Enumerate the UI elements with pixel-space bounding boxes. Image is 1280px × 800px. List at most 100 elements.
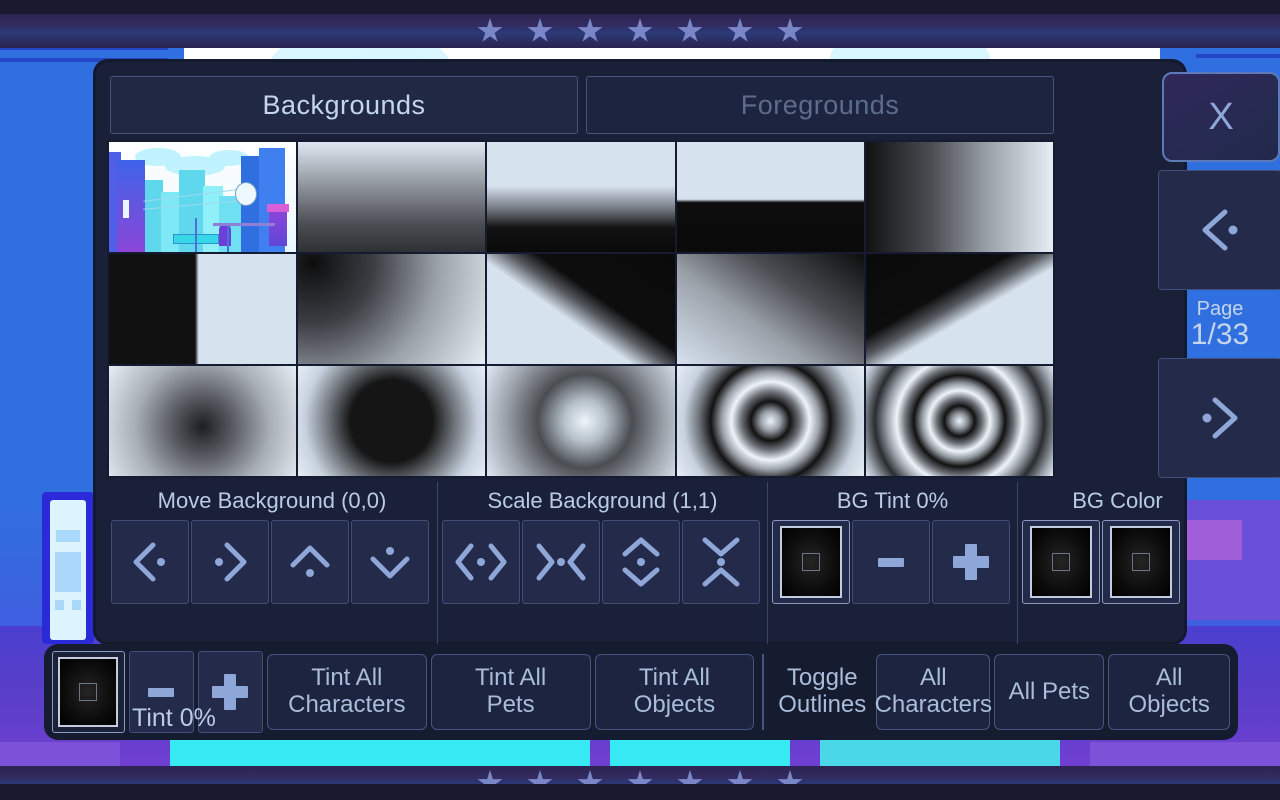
vending-machine-prop (42, 492, 94, 644)
swatch-preview (1110, 526, 1172, 598)
thumb-radial-soft-dark[interactable] (109, 366, 296, 476)
thumb-rings-three[interactable] (866, 366, 1053, 476)
bg-color-title: BG Color (1018, 482, 1217, 520)
next-page-button[interactable] (1158, 358, 1280, 478)
global-tint-minus-button[interactable] (129, 651, 194, 733)
railing (213, 223, 275, 226)
swatch-preview (1030, 526, 1092, 598)
thumb-diagonal-corner[interactable] (677, 254, 864, 364)
tab-foregrounds[interactable]: Foregrounds (586, 76, 1054, 134)
page-value: 1/33 (1191, 320, 1249, 350)
swatch-inner-square (1132, 553, 1150, 571)
global-tint-swatch[interactable] (52, 651, 125, 733)
vending-slot (55, 552, 81, 592)
thumb-radial-glow[interactable] (487, 366, 674, 476)
chevron-left-icon (1191, 204, 1249, 256)
expand-horizontal-icon (453, 539, 509, 585)
arrow-up-icon (285, 539, 335, 585)
bg-tint-buttons (768, 520, 1017, 604)
thumb-linear-horizontal[interactable] (866, 142, 1053, 252)
city-sky (109, 142, 296, 252)
screen-root: Backgrounds Foregrounds X (0, 0, 1280, 800)
swatch-preview (780, 526, 842, 598)
outline-all-pets-button[interactable]: All Pets (994, 654, 1104, 730)
vending-machine-face (50, 500, 86, 640)
thumb-hard-split-horizontal[interactable] (677, 142, 864, 252)
thumb-radial-disc[interactable] (298, 366, 485, 476)
top-star-banner (0, 14, 1280, 48)
scale-shorter-button[interactable] (682, 520, 760, 604)
clock (235, 182, 257, 206)
neon-strip (0, 742, 120, 768)
swatch-preview (58, 657, 118, 727)
swatch-inner-square (1052, 553, 1070, 571)
move-down-button[interactable] (351, 520, 429, 604)
close-icon: X (1208, 96, 1233, 139)
move-up-button[interactable] (271, 520, 349, 604)
tint-all-pets-button[interactable]: Tint All Pets (431, 654, 591, 730)
bg-color-swatch-1[interactable] (1022, 520, 1100, 604)
page-word: Page (1197, 299, 1244, 319)
bg-tint-minus-button[interactable] (852, 520, 930, 604)
tint-all-characters-button[interactable]: Tint All Characters (267, 654, 427, 730)
plus-icon (947, 538, 995, 586)
neon-strip (610, 740, 790, 768)
star-icon (677, 18, 703, 44)
contract-vertical-icon (696, 534, 746, 590)
prev-page-button[interactable] (1158, 170, 1280, 290)
star-icon (777, 18, 803, 44)
outline-all-objects-button[interactable]: All Objects (1108, 654, 1230, 730)
bg-tint-plus-button[interactable] (932, 520, 1010, 604)
thumb-hard-split-vertical[interactable] (109, 254, 296, 364)
building (269, 210, 287, 246)
sign (267, 204, 289, 212)
pole (227, 224, 229, 252)
vending-slot (55, 600, 64, 610)
star-icon (727, 18, 753, 44)
background-grid (109, 142, 1053, 476)
scale-taller-button[interactable] (602, 520, 680, 604)
bottom-banner-cap (0, 784, 1280, 800)
tint-all-characters-label: Tint All Characters (288, 665, 405, 719)
building-detail (1196, 54, 1280, 58)
arrow-left-icon (125, 539, 175, 585)
swatch-inner-square (79, 683, 97, 701)
scale-wider-button[interactable] (442, 520, 520, 604)
scale-background-buttons (438, 520, 767, 604)
thumb-diagonal-down[interactable] (866, 254, 1053, 364)
global-tint-plus-button[interactable] (198, 651, 263, 733)
bg-color-swatches (1018, 520, 1217, 604)
toolbar-divider (762, 654, 764, 730)
thumb-diagonal-up[interactable] (487, 254, 674, 364)
neon-strip (820, 740, 1060, 768)
person (219, 224, 231, 246)
tint-all-objects-button[interactable]: Tint All Objects (595, 654, 755, 730)
bg-tint-swatch[interactable] (772, 520, 850, 604)
thumb-corner-radial[interactable] (298, 254, 485, 364)
close-button[interactable]: X (1162, 72, 1280, 162)
tint-all-objects-label: Tint All Objects (634, 665, 715, 719)
swatch-inner-square (802, 553, 820, 571)
bg-tint-title: BG Tint 0% (768, 482, 1017, 520)
move-right-button[interactable] (191, 520, 269, 604)
thumb-linear-vertical-split[interactable] (487, 142, 674, 252)
thumb-rings-two[interactable] (677, 366, 864, 476)
building (117, 160, 145, 252)
chevron-right-icon (1191, 392, 1249, 444)
tab-backgrounds[interactable]: Backgrounds (110, 76, 578, 134)
tab-bar: Backgrounds Foregrounds (110, 76, 1054, 134)
move-left-button[interactable] (111, 520, 189, 604)
thumb-city-skyline[interactable] (109, 142, 296, 252)
background-grid-container (107, 140, 1055, 478)
tint-all-pets-label: Tint All Pets (475, 665, 546, 719)
neon-strip (170, 740, 590, 768)
bg-color-swatch-2[interactable] (1102, 520, 1180, 604)
outline-all-characters-button[interactable]: All Characters (876, 654, 990, 730)
minus-icon (139, 670, 183, 714)
arrow-right-icon (205, 539, 255, 585)
expand-vertical-icon (616, 534, 666, 590)
scale-narrower-button[interactable] (522, 520, 600, 604)
thumb-linear-vertical-dark[interactable] (298, 142, 485, 252)
plus-icon (206, 668, 254, 716)
scale-background-title: Scale Background (1,1) (438, 482, 767, 520)
